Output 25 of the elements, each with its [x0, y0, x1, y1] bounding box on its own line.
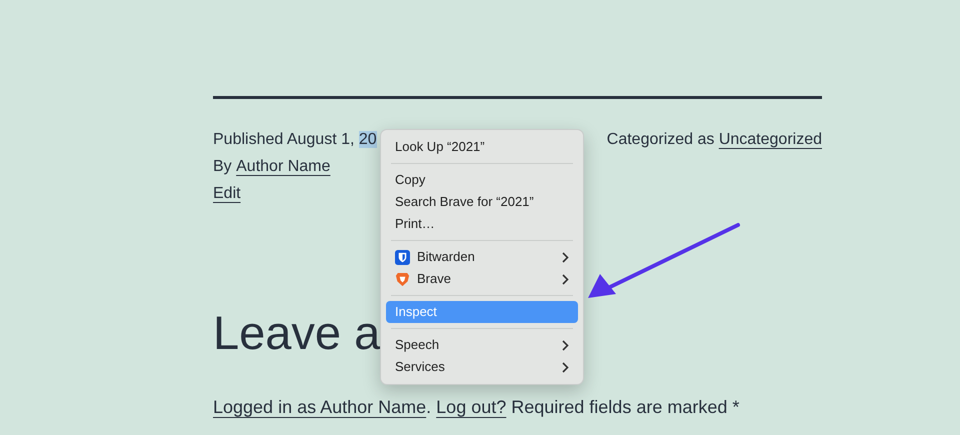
author-link[interactable]: Author Name: [236, 153, 330, 180]
menu-item[interactable]: Brave: [386, 268, 578, 290]
menu-item[interactable]: Search Brave for “2021”: [386, 191, 578, 213]
menu-item[interactable]: Copy: [386, 169, 578, 191]
category-label: Categorized as: [606, 130, 716, 150]
chevron-right-icon: [562, 340, 569, 350]
logged-in-link[interactable]: Logged in as Author Name: [213, 394, 426, 420]
required-note: Required fields are marked *: [510, 396, 740, 419]
byline-label: By: [213, 157, 233, 177]
menu-item[interactable]: Services: [386, 356, 578, 378]
menu-item[interactable]: Print…: [386, 213, 578, 235]
lion-icon: [395, 272, 410, 286]
chevron-right-icon: [562, 274, 569, 284]
separator-text: .: [426, 396, 432, 419]
menu-item[interactable]: Speech: [386, 334, 578, 356]
published-date: Published August 1, 20: [213, 130, 377, 150]
category-link[interactable]: Uncategorized: [718, 126, 822, 153]
shield-icon: [395, 250, 410, 264]
chevron-right-icon: [562, 362, 569, 372]
menu-item[interactable]: Bitwarden: [386, 246, 578, 268]
chevron-right-icon: [562, 252, 569, 262]
comments-heading: Leave a: [213, 305, 380, 361]
logout-link[interactable]: Log out?: [436, 394, 506, 420]
menu-item[interactable]: Look Up “2021”: [386, 136, 578, 158]
edit-link[interactable]: Edit: [213, 180, 241, 207]
